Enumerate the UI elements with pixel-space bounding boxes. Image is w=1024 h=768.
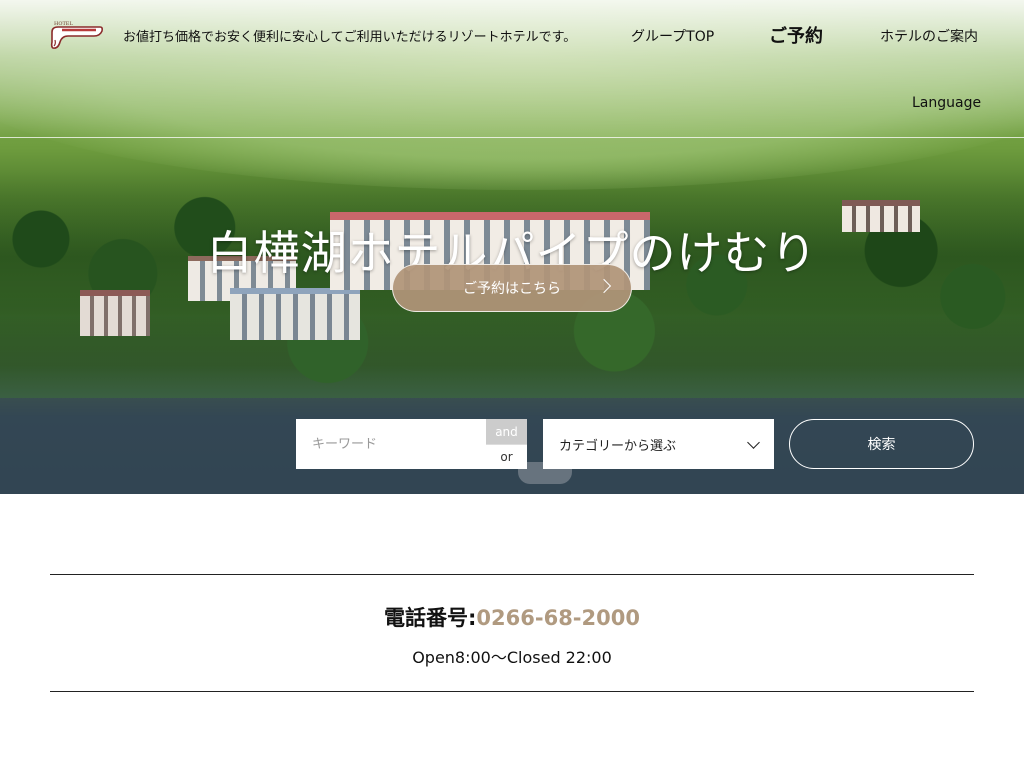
nav-language[interactable]: Language [912,95,981,111]
hotel-logo[interactable]: HOTEL [50,18,104,52]
logo-icon: HOTEL [50,21,104,49]
chevron-down-icon [747,436,760,449]
building-far-left [80,290,150,336]
tagline: お値打ち価格でお安く便利に安心してご利用いただけるリゾートホテルです。 [123,30,577,45]
phone-label: 電話番号: [384,606,477,630]
header-divider [0,137,1024,138]
or-toggle[interactable]: or [486,444,527,469]
divider-top [50,574,974,575]
building-left-lower [230,288,360,340]
svg-text:HOTEL: HOTEL [54,21,73,27]
header-fade [0,0,1024,140]
and-toggle[interactable]: and [486,419,527,444]
divider-bottom [50,691,974,692]
phone-line: 電話番号:0266-68-2000 [0,602,1024,632]
chevron-right-icon [596,278,612,294]
nav-group-top[interactable]: グループTOP [631,26,714,46]
phone-number-link[interactable]: 0266-68-2000 [476,606,640,630]
category-select[interactable]: カテゴリーから選ぶ [543,419,774,469]
business-hours: Open8:00〜Closed 22:00 [412,648,612,667]
keyword-input[interactable] [296,419,486,469]
nav-hotel-guide[interactable]: ホテルのご案内 [880,26,978,46]
reserve-button[interactable]: ご予約はこちら [392,264,632,312]
search-button[interactable]: 検索 [789,419,974,469]
category-select-value: カテゴリーから選ぶ [559,438,677,454]
reserve-button-label: ご予約はこちら [463,281,561,297]
nav-reserve[interactable]: ご予約 [769,22,823,48]
